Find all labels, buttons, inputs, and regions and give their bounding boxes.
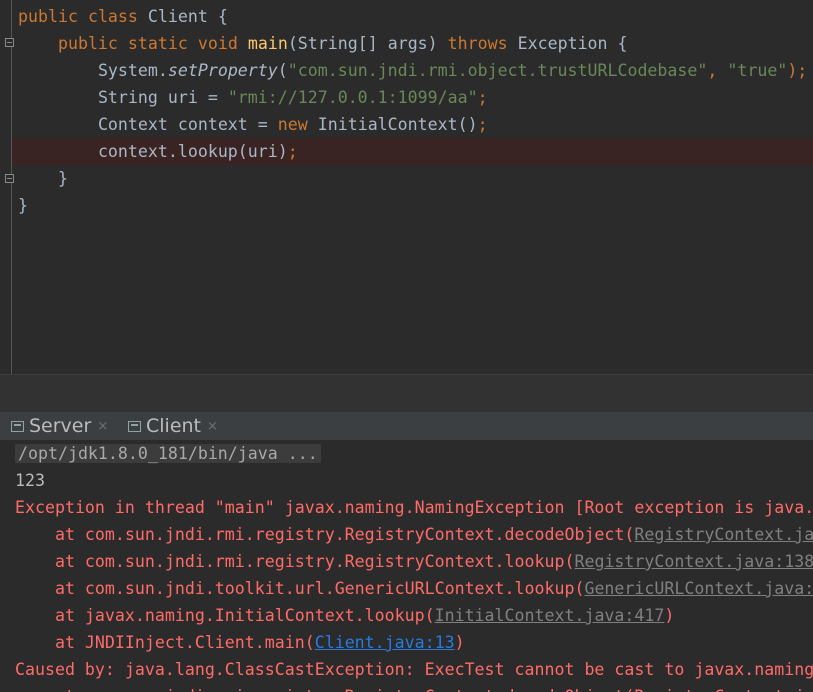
stack-frame-partial: at com.sun.jndi.rmi.registry.RegistryCon… — [15, 683, 813, 692]
keyword: void — [197, 34, 238, 53]
static-call: setProperty — [167, 61, 278, 80]
frame-text: at com.sun.jndi.toolkit.url.GenericURLCo… — [15, 579, 585, 598]
code-line-8[interactable]: } — [18, 192, 28, 219]
params: (String[] args) — [287, 34, 438, 53]
string-literal: "true" — [727, 61, 788, 80]
stack-frame: at com.sun.jndi.rmi.registry.RegistryCon… — [15, 521, 813, 548]
tab-client[interactable]: Client × — [128, 412, 218, 440]
frame-suffix: ) — [664, 606, 675, 625]
console-icon — [11, 420, 24, 432]
declaration: String uri = — [97, 88, 228, 107]
declaration: Context context = — [97, 115, 278, 134]
exception-type: Exception — [517, 34, 608, 53]
frame-text: at com.sun.jndi.rmi.registry.RegistryCon… — [15, 552, 575, 571]
panel-separator[interactable] — [0, 374, 813, 413]
semicolon: ; — [477, 115, 488, 134]
exception-line: Exception in thread "main" javax.naming.… — [15, 498, 813, 517]
receiver: System. — [97, 61, 168, 80]
brace: { — [617, 34, 628, 53]
keyword: new — [277, 115, 308, 134]
source-link[interactable]: Client.java:13 — [315, 633, 455, 652]
console-icon — [128, 420, 141, 432]
string-literal: "rmi://127.0.0.1:1099/aa" — [227, 88, 478, 107]
frame-text: at JNDIInject.Client.main( — [15, 633, 315, 652]
constructor-call: InitialContext() — [307, 115, 478, 134]
semicolon: ); — [787, 61, 808, 80]
stack-frame: at javax.naming.InitialContext.lookup(In… — [15, 602, 674, 629]
command-text[interactable]: /opt/jdk1.8.0_181/bin/java ... — [15, 444, 321, 463]
semicolon: ; — [477, 88, 488, 107]
tab-label: Client — [146, 415, 202, 437]
source-link[interactable]: RegistryContext.java:138 — [574, 552, 813, 571]
fold-marker-icon[interactable] — [5, 174, 14, 183]
comma: , — [707, 61, 728, 80]
source-link[interactable]: RegistryContext.ja — [634, 525, 813, 544]
close-icon[interactable]: × — [97, 419, 108, 434]
tab-label: Server — [29, 415, 92, 437]
keyword: static — [127, 34, 188, 53]
stack-frame: at com.sun.jndi.rmi.registry.RegistryCon… — [15, 548, 813, 575]
keyword: throws — [447, 34, 508, 53]
stack-frame: at JNDIInject.Client.main(Client.java:13… — [15, 629, 465, 656]
fold-marker-icon[interactable] — [5, 38, 14, 47]
code-line-6[interactable]: context.lookup(uri); — [18, 138, 298, 165]
keyword: public — [57, 34, 118, 53]
source-link[interactable]: GenericURLContext.java: — [584, 579, 813, 598]
source-link[interactable]: InitialContext.java:417 — [435, 606, 665, 625]
gutter-divider — [11, 0, 12, 374]
code-line-4[interactable]: String uri = "rmi://127.0.0.1:1099/aa"; — [18, 84, 488, 111]
class-name: Client — [147, 7, 208, 26]
code-line-2[interactable]: public static void main(String[] args) t… — [18, 30, 628, 57]
code-line-5[interactable]: Context context = new InitialContext(); — [18, 111, 488, 138]
code-line-7[interactable]: } — [18, 165, 68, 192]
code-line-1[interactable]: public class Client { — [18, 3, 228, 30]
code-line-3[interactable]: System.setProperty("com.sun.jndi.rmi.obj… — [18, 57, 807, 84]
caused-by-line: Caused by: java.lang.ClassCastException:… — [15, 660, 813, 679]
code-editor[interactable]: public class Client { public static void… — [0, 0, 813, 374]
brace: { — [217, 7, 228, 26]
keyword: class — [87, 7, 138, 26]
string-literal: "com.sun.jndi.rmi.object.trustURLCodebas… — [287, 61, 708, 80]
console-output[interactable]: /opt/jdk1.8.0_181/bin/java ... 123 Excep… — [0, 440, 813, 692]
semicolon: ; — [287, 142, 298, 161]
close-icon[interactable]: × — [207, 419, 218, 434]
frame-suffix: ) — [454, 633, 465, 652]
run-tab-bar: Server × Client × — [0, 412, 813, 440]
method-name: main — [247, 34, 288, 53]
paren: ( — [277, 61, 288, 80]
program-output: 123 — [15, 471, 45, 490]
frame-text: at com.sun.jndi.rmi.registry.RegistryCon… — [15, 525, 635, 544]
keyword: public — [18, 7, 78, 26]
tab-server[interactable]: Server × — [11, 412, 108, 440]
brace: } — [18, 196, 28, 215]
brace: } — [57, 169, 68, 188]
console-command-line[interactable]: /opt/jdk1.8.0_181/bin/java ... — [15, 440, 321, 467]
statement: context.lookup(uri) — [97, 142, 288, 161]
frame-text: at javax.naming.InitialContext.lookup( — [15, 606, 435, 625]
stack-frame: at com.sun.jndi.toolkit.url.GenericURLCo… — [15, 575, 813, 602]
